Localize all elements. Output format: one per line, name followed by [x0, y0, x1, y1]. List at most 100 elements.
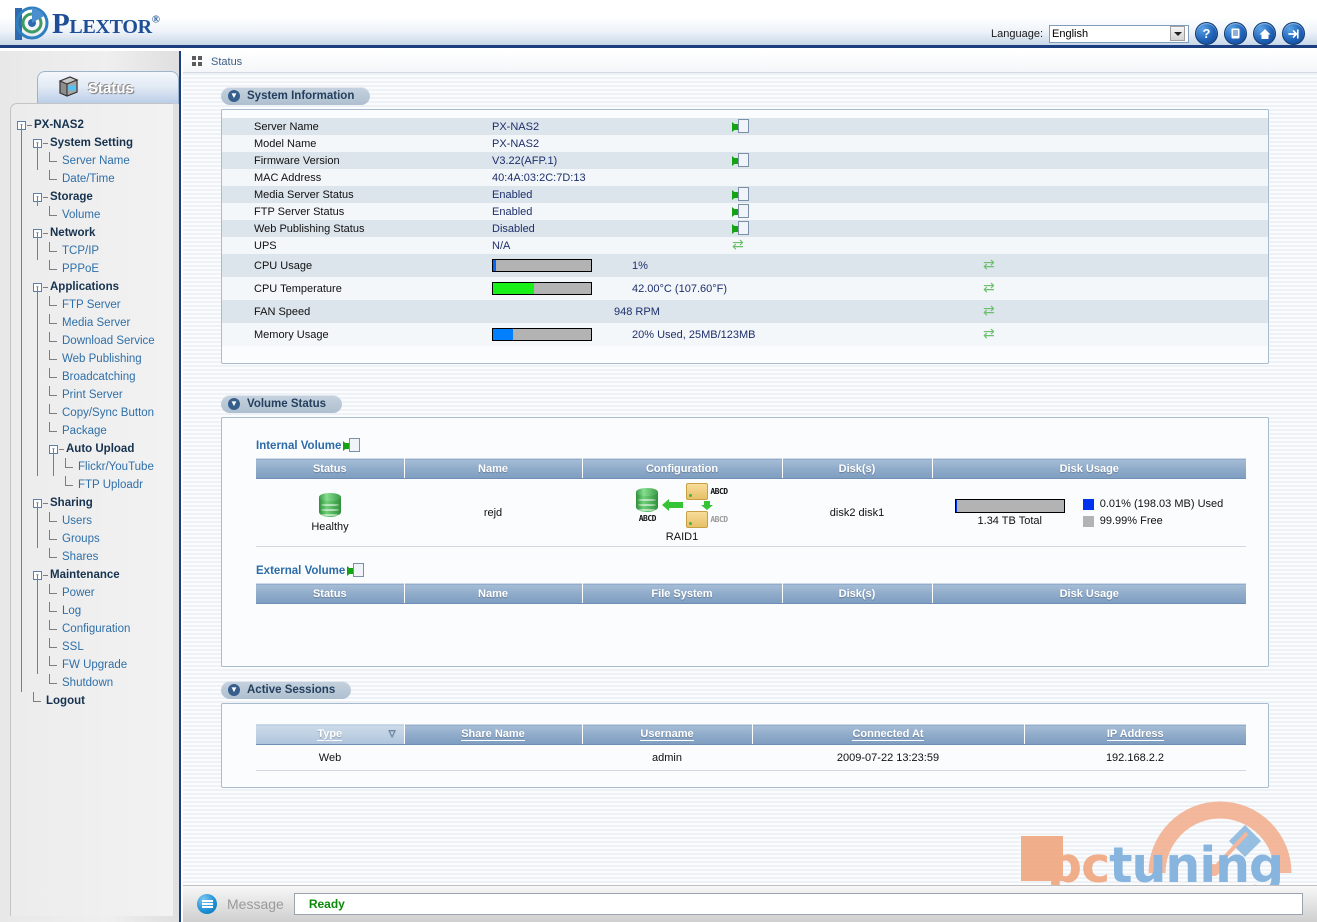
goto-icon[interactable]	[347, 563, 365, 579]
sidebar-item-date-time[interactable]: Date/Time	[17, 170, 173, 188]
sidebar-item-print-server[interactable]: Print Server	[17, 386, 173, 404]
system-info-action[interactable]: ⇄	[983, 304, 1023, 319]
column-header-share-name[interactable]: Share Name	[404, 724, 583, 745]
system-info-action[interactable]: ⇄	[983, 281, 1023, 296]
sidebar-item-web-publishing[interactable]: Web Publishing	[17, 350, 173, 368]
sidebar-item-ssl[interactable]: SSL	[17, 638, 173, 656]
sidebar-item-copy-sync-button[interactable]: Copy/Sync Button	[17, 404, 173, 422]
column-header-configuration[interactable]: Configuration	[582, 458, 783, 479]
sidebar-item-ftp-server[interactable]: FTP Server	[17, 296, 173, 314]
system-info-key: Model Name	[254, 137, 317, 150]
sidebar-item-flickr-youtube[interactable]: Flickr/YouTube	[17, 458, 173, 476]
goto-icon[interactable]	[732, 118, 749, 135]
sidebar-item-groups[interactable]: Groups	[17, 530, 173, 548]
sidebar-item-auto-upload[interactable]: -Auto Upload	[17, 440, 173, 458]
column-header-status[interactable]: Status	[256, 458, 405, 479]
sidebar-item-download-service[interactable]: Download Service	[17, 332, 173, 350]
sidebar-item-server-name[interactable]: Server Name	[17, 152, 173, 170]
refresh-icon[interactable]: ⇄	[983, 258, 999, 273]
sidebar-item-tcp-ip[interactable]: TCP/IP	[17, 242, 173, 260]
sidebar-item-label: Storage	[50, 191, 93, 203]
manual-icon[interactable]	[1224, 22, 1247, 45]
section-header-system-information[interactable]: ▼ System Information	[221, 87, 371, 105]
home-icon[interactable]	[1253, 22, 1276, 45]
sidebar: Status -PX-NAS2-System Setting Server Nam…	[0, 51, 181, 922]
tree-connector	[49, 152, 62, 170]
sidebar-item-label: SSL	[62, 641, 84, 653]
section-header-active-sessions[interactable]: ▼ Active Sessions	[221, 681, 352, 699]
sidebar-item-label: Broadcatching	[62, 371, 136, 383]
sidebar-item-configuration[interactable]: Configuration	[17, 620, 173, 638]
system-info-row: Firmware Version V3.22(AFP.1)	[222, 152, 1268, 169]
column-header-type[interactable]: Type ▽	[256, 724, 405, 745]
tree-guide-line	[37, 143, 38, 170]
meter-container	[492, 259, 614, 272]
internal-volume-link[interactable]: Internal Volume	[256, 438, 361, 454]
refresh-icon[interactable]: ⇄	[983, 327, 999, 342]
sidebar-item-storage[interactable]: -Storage	[17, 188, 173, 206]
column-header-disk-s-[interactable]: Disk(s)	[782, 583, 933, 604]
system-info-action[interactable]: ⇄	[732, 238, 772, 253]
goto-icon[interactable]	[343, 438, 361, 454]
sidebar-item-px-nas2[interactable]: -PX-NAS2	[17, 116, 173, 134]
sidebar-item-fw-upgrade[interactable]: FW Upgrade	[17, 656, 173, 674]
column-header-status[interactable]: Status	[256, 583, 405, 604]
sidebar-item-broadcatching[interactable]: Broadcatching	[17, 368, 173, 386]
column-header-connected-at[interactable]: Connected At	[752, 724, 1025, 745]
sidebar-item-logout[interactable]: Logout	[17, 692, 173, 710]
column-header-ip-address[interactable]: IP Address	[1024, 724, 1246, 745]
column-header-username[interactable]: Username	[582, 724, 753, 745]
sidebar-item-volume[interactable]: Volume	[17, 206, 173, 224]
column-header-file-system[interactable]: File System	[582, 583, 783, 604]
sidebar-item-ftp-uploadr[interactable]: FTP Uploadr	[17, 476, 173, 494]
sidebar-item-package[interactable]: Package	[17, 422, 173, 440]
goto-icon[interactable]	[732, 203, 749, 220]
system-info-action[interactable]	[732, 118, 772, 135]
sidebar-item-label: Configuration	[62, 623, 131, 635]
sidebar-tab-label: Status	[88, 79, 134, 97]
section-header-volume-status[interactable]: ▼ Volume Status	[221, 395, 343, 413]
column-header-name[interactable]: Name	[404, 583, 583, 604]
sidebar-item-media-server[interactable]: Media Server	[17, 314, 173, 332]
help-icon[interactable]: ?	[1195, 22, 1218, 45]
chevron-down-icon[interactable]	[1170, 26, 1185, 41]
sidebar-item-sharing[interactable]: -Sharing	[17, 494, 173, 512]
column-header-disk-usage[interactable]: Disk Usage	[932, 583, 1246, 604]
active-sessions-panel: Type ▽ Share Name Username Connected At IP Ad…	[221, 703, 1269, 788]
system-info-action[interactable]: ⇄	[983, 258, 1023, 273]
table-row[interactable]: Healthy rejd ABCD ABCD ABCD RAID1 disk2 …	[256, 478, 1246, 547]
sidebar-item-applications[interactable]: -Applications	[17, 278, 173, 296]
logout-icon[interactable]	[1282, 22, 1305, 45]
language-select[interactable]: English	[1049, 24, 1189, 43]
sidebar-item-log[interactable]: Log	[17, 602, 173, 620]
sidebar-item-shares[interactable]: Shares	[17, 548, 173, 566]
table-header-row: Status Name File System Disk(s) Disk Usage	[256, 583, 1246, 604]
sidebar-item-system-setting[interactable]: -System Setting	[17, 134, 173, 152]
sidebar-item-power[interactable]: Power	[17, 584, 173, 602]
tree-connector	[49, 206, 62, 224]
external-volume-link[interactable]: External Volume	[256, 563, 365, 579]
goto-icon[interactable]	[732, 186, 749, 203]
sidebar-item-network[interactable]: -Network	[17, 224, 173, 242]
column-header-disk-usage[interactable]: Disk Usage	[932, 458, 1246, 479]
goto-icon[interactable]	[732, 220, 749, 237]
refresh-icon[interactable]: ⇄	[983, 281, 999, 296]
system-info-action[interactable]	[732, 186, 772, 203]
sidebar-item-maintenance[interactable]: -Maintenance	[17, 566, 173, 584]
system-info-action[interactable]	[732, 152, 772, 169]
sidebar-item-shutdown[interactable]: Shutdown	[17, 674, 173, 692]
sidebar-item-pppoe[interactable]: PPPoE	[17, 260, 173, 278]
system-info-action[interactable]	[732, 220, 772, 237]
sidebar-tab-status[interactable]: Status	[37, 71, 179, 104]
refresh-icon[interactable]: ⇄	[732, 238, 748, 253]
system-info-action[interactable]: ⇄	[983, 327, 1023, 342]
column-header-name[interactable]: Name	[404, 458, 583, 479]
sidebar-item-users[interactable]: Users	[17, 512, 173, 530]
column-header-disk-s-[interactable]: Disk(s)	[782, 458, 933, 479]
system-info-action[interactable]	[732, 203, 772, 220]
refresh-icon[interactable]: ⇄	[983, 304, 999, 319]
raid-label-0: ABCD	[638, 513, 657, 523]
tree-connector	[59, 448, 64, 450]
goto-icon[interactable]	[732, 152, 749, 169]
table-row[interactable]: Web admin 2009-07-22 13:23:59 192.168.2.2	[256, 744, 1246, 771]
